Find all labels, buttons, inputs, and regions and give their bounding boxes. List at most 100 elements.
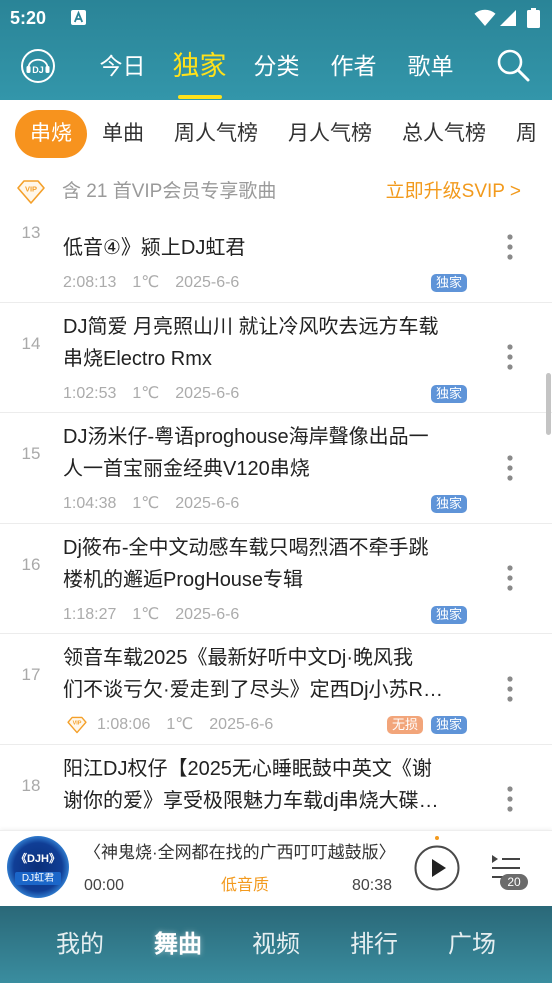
song-row[interactable]: 13 低音④》颍上DJ虹君 2:08:13 1℃ 2025-6-6 独家 <box>0 215 552 303</box>
song-title: 阳江DJ权仔【2025无心睡眠鼓中英文《谢 谢你的爱》享受极限魅力车载dj串烧大… <box>63 753 471 817</box>
song-meta: 1:18:27 1℃ 2025-6-6 <box>63 604 239 626</box>
subtab-weekly-popular[interactable]: 周人气榜 <box>159 110 273 158</box>
song-duration: 2:08:13 <box>63 274 117 291</box>
subtab-single[interactable]: 单曲 <box>87 110 159 158</box>
exclusive-badge: 独家 <box>430 605 467 624</box>
song-row[interactable]: 15 DJ汤米仔-粤语proghouse海岸聲像出品一 人一首宝丽金经典V120… <box>0 413 552 524</box>
song-title-line: 低音④》颍上DJ虹君 <box>63 237 246 259</box>
vip-icon: VIP <box>67 716 87 734</box>
tab-playlist[interactable]: 歌单 <box>392 44 469 88</box>
song-badges: 独家 <box>430 384 467 403</box>
song-meta: 1:02:53 1℃ 2025-6-6 <box>63 383 239 405</box>
nav-plaza[interactable]: 广场 <box>423 906 521 983</box>
exclusive-badge: 独家 <box>430 716 467 734</box>
upgrade-svip-link[interactable]: 立即升级SVIP > <box>386 168 521 215</box>
nav-video[interactable]: 视频 <box>227 906 325 983</box>
song-date: 2025-6-6 <box>175 274 240 291</box>
song-title-line: Dj筱布-全中文动感车载只喝烈酒不牵手跳 <box>63 536 429 559</box>
vip-icon: VIP <box>17 180 45 204</box>
song-title: 领音车载2025《最新好听中文Dj·晚风我 们不谈亏欠·爱走到了尽头》定西Dj小… <box>63 642 471 706</box>
app-screen: 5:20 DJ 今日 独家 分类 作者 歌单 串烧 单曲 周人气榜 月人气榜 总… <box>0 0 552 983</box>
elapsed-time: 00:00 <box>84 877 125 894</box>
song-title-line: 谢你的爱》享受极限魅力车载dj串烧大碟… <box>63 789 439 812</box>
song-title: DJ汤米仔-粤语proghouse海岸聲像出品一 人一首宝丽金经典V120串烧 <box>63 421 471 485</box>
song-row[interactable]: 16 Dj筱布-全中文动感车载只喝烈酒不牵手跳 楼机的邂逅ProgHouse专辑… <box>0 524 552 634</box>
more-options-icon[interactable] <box>503 453 517 483</box>
song-badges: 独家 <box>430 495 467 513</box>
total-time: 80:38 <box>351 877 392 894</box>
logo-text: DJ <box>32 65 44 75</box>
more-options-icon[interactable] <box>503 784 517 814</box>
song-meta: 1:04:38 1℃ 2025-6-6 <box>63 493 239 515</box>
song-title-line: DJ汤米仔-粤语proghouse海岸聲像出品一 <box>63 426 429 448</box>
subtab-weekly[interactable]: 周 <box>501 110 552 158</box>
song-title: DJ简爱 月亮照山川 就让冷风吹去远方车载 串烧Electro Rmx <box>63 311 471 375</box>
song-title-line: 阳江DJ权仔【2025无心睡眠鼓中英文《谢 <box>63 757 432 780</box>
tab-author[interactable]: 作者 <box>315 44 392 88</box>
tab-category[interactable]: 分类 <box>238 44 315 88</box>
lossless-badge: 无损 <box>386 716 423 734</box>
song-row[interactable]: 17 领音车载2025《最新好听中文Dj·晚风我 们不谈亏欠·爱走到了尽头》定西… <box>0 634 552 745</box>
nav-dance-music[interactable]: 舞曲 <box>129 906 227 983</box>
tab-today[interactable]: 今日 <box>84 44 161 88</box>
audio-quality-toggle[interactable]: 低音质 <box>210 875 280 897</box>
song-title-line: 串烧Electro Rmx <box>63 347 212 370</box>
play-icon[interactable] <box>414 845 460 891</box>
battery-icon <box>527 8 540 28</box>
song-duration: 1:08:06 <box>97 716 151 733</box>
song-duration: 1:04:38 <box>63 495 117 512</box>
scrollbar[interactable] <box>546 373 551 435</box>
song-heat: 1℃ <box>166 716 194 733</box>
song-title-line: 领音车载2025《最新好听中文Dj·晚风我 <box>63 647 414 669</box>
signal-icon <box>500 10 516 26</box>
song-rank: 16 <box>21 554 41 574</box>
selected-tab-indicator <box>178 95 222 99</box>
more-options-icon[interactable] <box>503 232 517 262</box>
subtab-medley[interactable]: 串烧 <box>15 110 87 158</box>
more-options-icon[interactable] <box>503 342 517 372</box>
queue-count-badge: 20 <box>500 874 528 890</box>
more-options-icon[interactable] <box>503 674 517 704</box>
song-heat: 1℃ <box>132 495 160 512</box>
album-art[interactable]: 《DJH》 DJ虹君 <box>7 836 69 898</box>
album-art-logo: 《DJH》 <box>15 853 60 865</box>
top-tabs: 今日 独家 分类 作者 歌单 <box>84 44 469 88</box>
song-list[interactable]: 13 低音④》颍上DJ虹君 2:08:13 1℃ 2025-6-6 独家 14 <box>0 215 552 906</box>
album-art-name: DJ虹君 <box>15 872 61 885</box>
more-options-icon[interactable] <box>503 563 517 593</box>
song-rank: 14 <box>21 333 41 353</box>
sub-tabs: 串烧 单曲 周人气榜 月人气榜 总人气榜 周 <box>0 100 552 168</box>
progress-indicator <box>435 836 439 840</box>
tab-exclusive[interactable]: 独家 <box>161 44 238 88</box>
song-title: Dj筱布-全中文动感车载只喝烈酒不牵手跳 楼机的邂逅ProgHouse专辑 <box>63 532 471 596</box>
vip-badge-text: VIP <box>73 721 82 727</box>
subtab-monthly-popular[interactable]: 月人气榜 <box>273 110 387 158</box>
song-badges: 无损 独家 <box>386 716 467 734</box>
bottom-nav: 我的 舞曲 视频 排行 广场 <box>0 906 552 983</box>
search-icon[interactable] <box>494 46 532 84</box>
song-duration: 1:18:27 <box>63 605 117 623</box>
song-heat: 1℃ <box>132 605 160 623</box>
song-meta: VIP 1:08:06 1℃ 2025-6-6 <box>63 714 273 736</box>
song-row[interactable]: 14 DJ简爱 月亮照山川 就让冷风吹去远方车载 串烧Electro Rmx 1… <box>0 303 552 413</box>
nav-ranking[interactable]: 排行 <box>325 906 423 983</box>
song-date: 2025-6-6 <box>175 605 240 623</box>
top-header: 5:20 DJ 今日 独家 分类 作者 歌单 <box>0 0 552 100</box>
song-date: 2025-6-6 <box>209 716 274 733</box>
song-title-line: 人一首宝丽金经典V120串烧 <box>63 458 310 480</box>
dj-logo-icon[interactable]: DJ <box>20 48 56 84</box>
song-heat: 1℃ <box>132 274 160 291</box>
subtab-total-popular[interactable]: 总人气榜 <box>387 110 501 158</box>
status-time: 5:20 <box>10 8 47 28</box>
wifi-icon <box>474 9 496 26</box>
exclusive-badge: 独家 <box>430 384 467 403</box>
now-playing-title[interactable]: 〈神鬼烧·全网都在找的广西叮叮越鼓版〉 <box>84 842 402 864</box>
vip-badge-text: VIP <box>25 185 37 194</box>
song-meta: 2:08:13 1℃ 2025-6-6 <box>63 272 239 294</box>
song-title-line: DJ简爱 月亮照山川 就让冷风吹去远方车载 <box>63 315 439 338</box>
exclusive-badge: 独家 <box>430 495 467 513</box>
song-duration: 1:02:53 <box>63 384 117 402</box>
nav-mine[interactable]: 我的 <box>31 906 129 983</box>
song-heat: 1℃ <box>132 384 160 402</box>
vip-song-count: 含 21 首VIP会员专享歌曲 <box>62 181 277 202</box>
